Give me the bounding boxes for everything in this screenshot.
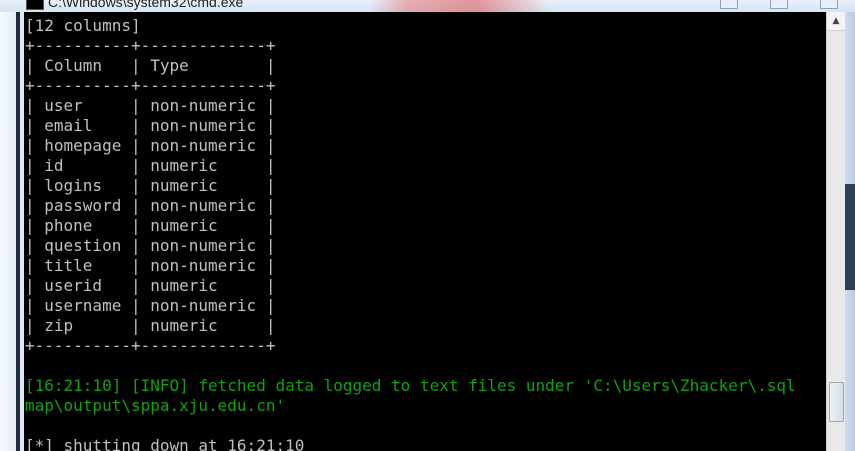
console-line: | homepage | non-numeric | xyxy=(25,136,276,155)
console-line: [*] shutting down at 16:21:10 xyxy=(25,436,305,451)
console-line: +----------+-------------+ xyxy=(25,76,276,95)
console-line: | Column | Type | xyxy=(25,56,276,75)
console-line: [12 columns] xyxy=(25,16,141,35)
console-line: | userid | numeric | xyxy=(25,276,276,295)
window-left-border xyxy=(0,12,20,451)
window-left-edge xyxy=(16,12,20,451)
vertical-scrollbar[interactable]: ▲ xyxy=(826,12,845,451)
console-output[interactable]: [12 columns] +----------+-------------+ | … xyxy=(24,12,826,451)
console-line: | email | non-numeric | xyxy=(25,116,276,135)
window-right-border xyxy=(845,12,855,451)
console-line: | user | non-numeric | xyxy=(25,96,276,115)
window-title: C:\Windows\system32\cmd.exe xyxy=(48,0,244,10)
scroll-up-arrow-icon[interactable]: ▲ xyxy=(827,12,845,31)
console-line: | password | non-numeric | xyxy=(25,196,276,215)
console-line: | zip | numeric | xyxy=(25,316,276,335)
console-line: +----------+-------------+ xyxy=(25,36,276,55)
cmd-icon xyxy=(26,0,44,10)
console-line: | title | non-numeric | xyxy=(25,256,276,275)
background-window-edge xyxy=(845,184,855,290)
minimize-button[interactable] xyxy=(720,0,738,9)
console-line: map\output\sppa.xju.edu.cn' xyxy=(25,396,286,415)
cmd-window: C:\Windows\system32\cmd.exe [12 columns]… xyxy=(0,0,855,451)
console-line: | id | numeric | xyxy=(25,156,276,175)
console-line: | logins | numeric | xyxy=(25,176,276,195)
console-line: | question | non-numeric | xyxy=(25,236,276,255)
title-bar[interactable]: C:\Windows\system32\cmd.exe xyxy=(0,0,855,12)
scroll-thumb[interactable] xyxy=(829,382,844,422)
close-button[interactable] xyxy=(820,0,838,9)
title-bar-highlight xyxy=(370,0,550,12)
console-line: | username | non-numeric | xyxy=(25,296,276,315)
console-line: [16:21:10] [INFO] fetched data logged to… xyxy=(25,376,796,395)
maximize-button[interactable] xyxy=(770,0,788,9)
console-lines: [12 columns] +----------+-------------+ | … xyxy=(25,16,796,451)
console-line: | phone | numeric | xyxy=(25,216,276,235)
console-line: +----------+-------------+ xyxy=(25,336,276,355)
